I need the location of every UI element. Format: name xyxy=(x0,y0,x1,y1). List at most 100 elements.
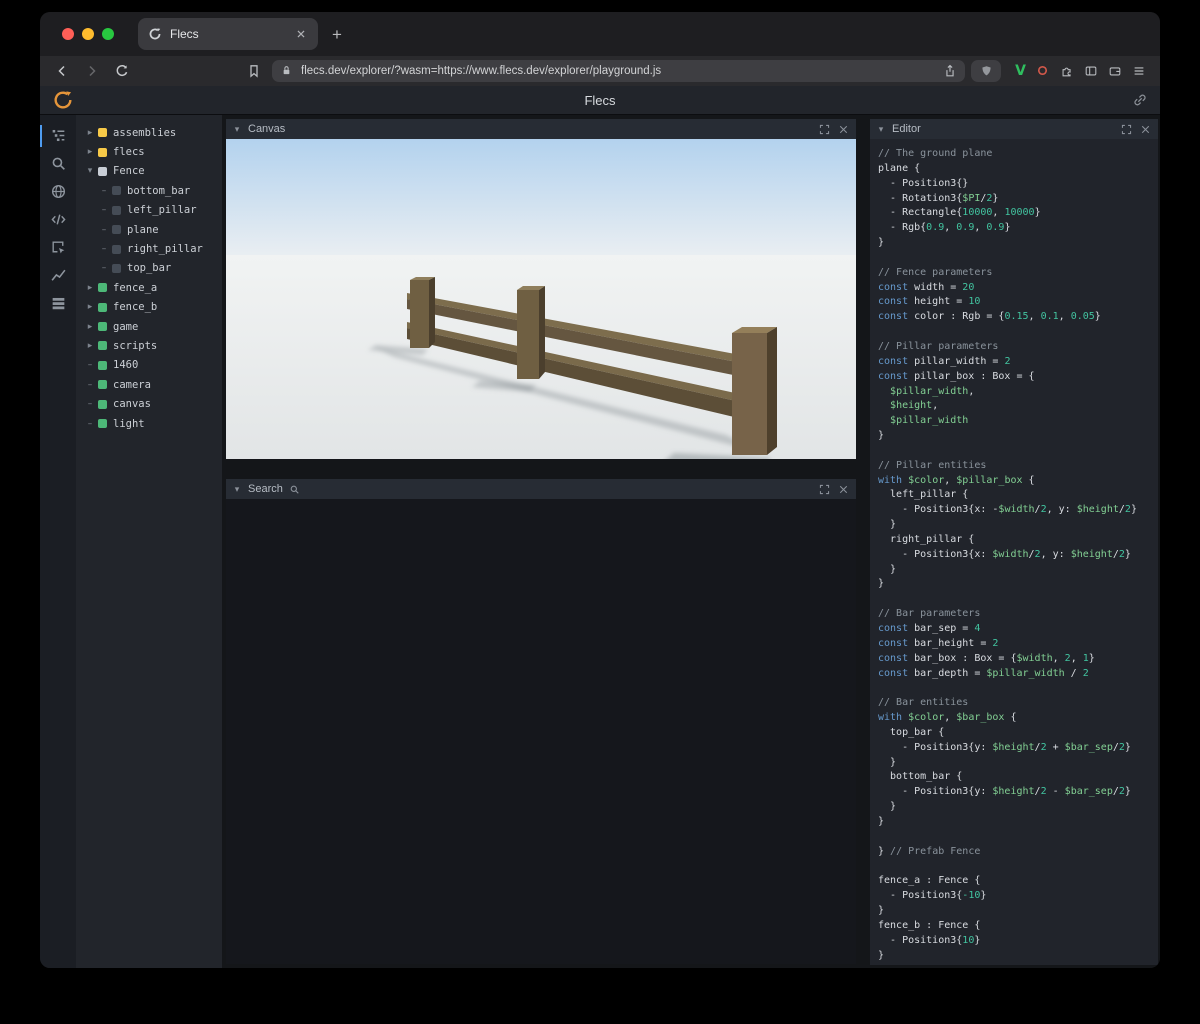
code-line: - Position3{x: $width/2, y: $height/2} xyxy=(878,548,1131,560)
chart-icon[interactable] xyxy=(50,267,67,284)
chevron-down-icon[interactable]: ▾ xyxy=(876,124,886,135)
code-icon[interactable] xyxy=(50,211,67,228)
search-icon[interactable] xyxy=(50,155,67,172)
code-line: left_pillar { xyxy=(878,489,969,501)
canvas-panel-title: Canvas xyxy=(248,123,286,135)
leaf-dash-icon: – xyxy=(101,263,107,274)
tree-item-fence_a[interactable]: ▸ fence_a xyxy=(76,278,222,297)
tree-item-flecs[interactable]: ▸ flecs xyxy=(76,142,222,161)
inspect-icon[interactable] xyxy=(50,239,67,256)
url-text: flecs.dev/explorer/?wasm=https://www.fle… xyxy=(301,65,662,77)
code-line: - Position3{} xyxy=(878,177,969,189)
brave-shield-icon[interactable] xyxy=(971,60,1002,82)
reload-icon[interactable] xyxy=(110,60,134,82)
tree-item-label: game xyxy=(113,320,139,333)
close-window-button[interactable] xyxy=(62,28,74,40)
tree-item-top_bar[interactable]: – top_bar xyxy=(76,259,222,278)
chevron-right-icon[interactable]: ▸ xyxy=(84,147,96,157)
minimize-window-button[interactable] xyxy=(82,28,94,40)
sidebar-toggle-icon[interactable] xyxy=(1084,64,1098,78)
entity-kind-icon xyxy=(98,147,107,157)
entity-tree-list: ▸ assemblies ▸ flecs ▾ Fence – bottom_bar – left_… xyxy=(76,123,222,433)
tree-item-game[interactable]: ▸ game xyxy=(76,317,222,336)
extension-dot-icon[interactable] xyxy=(1036,64,1050,78)
tree-item-camera[interactable]: – camera xyxy=(76,375,222,394)
page-title: Flecs xyxy=(584,92,616,108)
3d-viewport[interactable] xyxy=(226,139,856,459)
search-panel-title: Search xyxy=(248,483,283,495)
chevron-down-icon[interactable]: ▾ xyxy=(232,124,242,135)
extensions-puzzle-icon[interactable] xyxy=(1060,64,1074,78)
tool-sidebar xyxy=(40,115,76,968)
world-icon[interactable] xyxy=(50,183,67,200)
tree-item-assemblies[interactable]: ▸ assemblies xyxy=(76,123,222,142)
search-panel-header: ▾ Search xyxy=(226,479,856,499)
tree-item-Fence[interactable]: ▾ Fence xyxy=(76,162,222,181)
extension-v-icon[interactable]: V xyxy=(1015,63,1026,79)
chevron-down-icon[interactable]: ▾ xyxy=(232,484,242,495)
share-icon[interactable] xyxy=(943,64,957,78)
tree-item-plane[interactable]: – plane xyxy=(76,220,222,239)
browser-tab[interactable]: Flecs xyxy=(138,18,318,50)
tree-item-fence_b[interactable]: ▸ fence_b xyxy=(76,298,222,317)
tree-item-bottom_bar[interactable]: – bottom_bar xyxy=(76,181,222,200)
expand-panel-icon[interactable] xyxy=(818,123,831,136)
leaf-dash-icon: – xyxy=(101,205,107,216)
lock-icon xyxy=(280,64,294,78)
close-panel-icon[interactable] xyxy=(1139,123,1152,136)
tree-item-1460[interactable]: – 1460 xyxy=(76,356,222,375)
tree-icon[interactable] xyxy=(50,127,67,144)
bookmarks-icon[interactable] xyxy=(242,60,266,82)
stats-icon[interactable] xyxy=(50,295,67,312)
code-line: $pillar_width, xyxy=(890,385,975,397)
tree-item-label: canvas xyxy=(113,398,151,411)
tree-item-light[interactable]: – light xyxy=(76,414,222,433)
code-line: const color : Rgb = {0.15, 0.1, 0.05} xyxy=(878,311,1101,323)
tree-item-right_pillar[interactable]: – right_pillar xyxy=(76,239,222,258)
entity-kind-icon xyxy=(98,419,107,429)
back-icon[interactable] xyxy=(50,60,74,82)
menu-icon[interactable] xyxy=(1132,64,1146,78)
close-panel-icon[interactable] xyxy=(837,123,850,136)
code-line: // The ground plane xyxy=(878,148,993,159)
wallet-icon[interactable] xyxy=(1108,64,1122,78)
chevron-right-icon[interactable]: ▸ xyxy=(84,283,96,293)
code-line: right_pillar { xyxy=(878,533,975,545)
tree-item-canvas[interactable]: – canvas xyxy=(76,394,222,413)
zoom-window-button[interactable] xyxy=(102,28,114,40)
chevron-right-icon[interactable]: ▸ xyxy=(84,128,96,138)
browser-window: Flecs + flecs.dev/explorer/?wasm=https:/… xyxy=(40,12,1160,968)
editor-code[interactable]: // The ground plane plane { - Position3{}… xyxy=(870,139,1158,963)
forward-icon[interactable] xyxy=(80,60,104,82)
tab-close-icon[interactable] xyxy=(294,27,308,41)
entity-kind-icon xyxy=(98,380,107,390)
expand-panel-icon[interactable] xyxy=(1120,123,1133,136)
link-icon[interactable] xyxy=(1132,92,1148,108)
code-line: - Position3{y: $height/2 + $bar_sep/2} xyxy=(878,741,1131,753)
close-panel-icon[interactable] xyxy=(837,483,850,496)
tree-item-scripts[interactable]: ▸ scripts xyxy=(76,336,222,355)
code-line: } // Prefab Fence xyxy=(878,845,981,857)
entity-kind-icon xyxy=(98,399,107,409)
new-tab-button[interactable]: + xyxy=(332,26,342,43)
code-line: } xyxy=(878,905,885,917)
code-line: - Position3{10} xyxy=(878,934,981,946)
url-bar[interactable]: flecs.dev/explorer/?wasm=https://www.fle… xyxy=(272,60,966,82)
code-line: const pillar_width = 2 xyxy=(878,355,1011,367)
chevron-right-icon[interactable]: ▸ xyxy=(84,302,96,312)
chevron-down-icon[interactable]: ▾ xyxy=(84,166,96,176)
chevron-right-icon[interactable]: ▸ xyxy=(84,341,96,351)
search-results-area xyxy=(226,499,856,964)
chevron-right-icon[interactable]: ▸ xyxy=(84,322,96,332)
tree-item-label: left_pillar xyxy=(127,204,197,217)
tree-item-left_pillar[interactable]: – left_pillar xyxy=(76,201,222,220)
entity-kind-icon xyxy=(112,225,121,235)
code-line: // Fence parameters xyxy=(878,266,993,278)
leaf-dash-icon: – xyxy=(87,399,93,410)
expand-panel-icon[interactable] xyxy=(818,483,831,496)
leaf-dash-icon: – xyxy=(101,185,107,196)
